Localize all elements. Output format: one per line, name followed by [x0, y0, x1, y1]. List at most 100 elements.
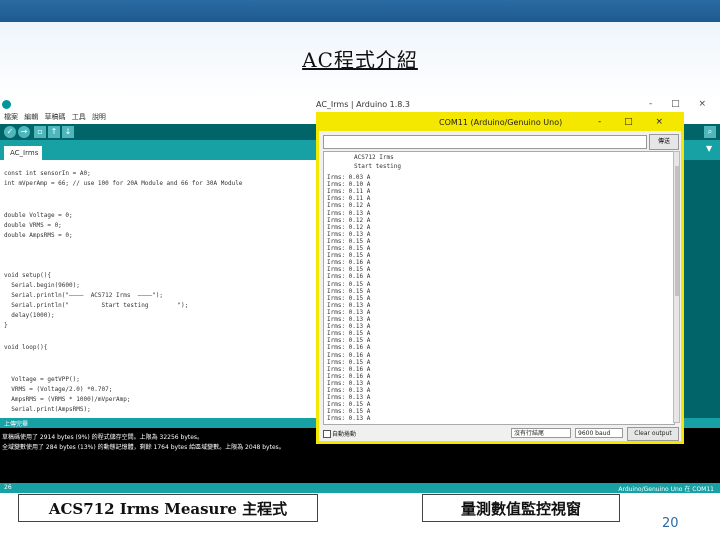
- slide-title: AC程式介紹: [302, 48, 418, 72]
- serial-reading-line: Irms: 0.13 A: [327, 394, 371, 402]
- serial-header-line: ACS712 Irms: [354, 154, 394, 161]
- tab-ac-irms[interactable]: AC_Irms: [4, 146, 42, 160]
- serial-reading-line: Irms: 0.10 A: [327, 181, 371, 189]
- console-status: 上傳完畢: [4, 421, 29, 428]
- serial-reading-line: Irms: 0.13 A: [327, 301, 371, 309]
- tab-menu-strip: ▼: [682, 140, 720, 160]
- ide-tabs-bar: AC_Irms: [0, 140, 316, 160]
- autoscroll-checkbox[interactable]: [323, 430, 331, 438]
- console-line: 全域變數使用了 284 bytes (13%) 的動態記憶體，剩餘 1764 b…: [2, 444, 285, 451]
- serial-reading-line: Irms: 0.16 A: [327, 259, 371, 267]
- serial-monitor-window: COM11 (Arduino/Genuino Uno) - □ × 傳送 ACS…: [316, 112, 684, 444]
- serial-reading-line: Irms: 0.16 A: [327, 273, 371, 281]
- caption-monitor-window: 量測數值監控視窗: [422, 494, 620, 522]
- menu-edit[interactable]: 編輯: [24, 113, 38, 121]
- serial-reading-line: Irms: 0.15 A: [327, 252, 371, 260]
- code-line: Serial.println(" Start testing ");: [4, 302, 189, 309]
- serial-reading-line: Irms: 0.16 A: [327, 351, 371, 359]
- code-line: int mVperAmp = 66; // use 100 for 20A Mo…: [4, 180, 243, 187]
- code-line: delay(1000);: [4, 312, 55, 319]
- code-line: VRMS = (Voltage/2.0) *0.707;: [4, 386, 113, 393]
- slide-top-bar: [0, 0, 720, 22]
- code-line: Serial.begin(9600);: [4, 282, 80, 289]
- line-number: 26: [4, 484, 12, 491]
- serial-reading-line: Irms: 0.15 A: [327, 280, 371, 288]
- line-ending-select[interactable]: 沒有行結尾: [511, 428, 571, 438]
- code-line: Voltage = getVPP();: [4, 376, 80, 383]
- serial-reading-line: Irms: 0.15 A: [327, 266, 371, 274]
- serial-reading-line: Irms: 0.13 A: [327, 387, 371, 394]
- serial-header-line: Start testing: [354, 163, 401, 170]
- serial-reading-line: Irms: 0.15 A: [327, 245, 371, 252]
- tab-dropdown-icon[interactable]: ▼: [706, 144, 712, 153]
- serial-input-field[interactable]: [323, 135, 647, 149]
- serial-reading-line: Irms: 0.15 A: [327, 294, 371, 302]
- code-line: Serial.print(AmpsRMS);: [4, 406, 91, 413]
- code-line: }: [4, 322, 8, 329]
- serial-reading-line: Irms: 0.13 A: [327, 230, 371, 238]
- verify-icon[interactable]: ✓: [4, 126, 16, 138]
- serial-reading-line: Irms: 0.13 A: [327, 209, 371, 217]
- upload-icon[interactable]: →: [18, 126, 30, 138]
- clear-output-button[interactable]: Clear output: [627, 427, 679, 441]
- serial-reading-line: Irms: 0.16 A: [327, 372, 371, 380]
- code-line: AmpsRMS = (VRMS * 1000)/mVperAmp;: [4, 396, 131, 403]
- serial-reading-line: Irms: 0.11 A: [327, 188, 371, 196]
- serial-reading-line: Irms: 0.15 A: [327, 237, 371, 245]
- menu-tools[interactable]: 工具: [72, 113, 86, 121]
- caption-main-program: ACS712 Irms Measure 主程式: [18, 494, 318, 522]
- scrollbar-thumb[interactable]: [675, 166, 679, 296]
- ide-title-bar: AC_Irms | Arduino 1.8.3 - □ ×: [0, 98, 720, 112]
- menu-sketch[interactable]: 草稿碼: [44, 113, 65, 121]
- serial-scrollbar[interactable]: [673, 151, 680, 423]
- serial-window-title: COM11 (Arduino/Genuino Uno): [439, 118, 563, 127]
- board-port-status: Arduino/Genuino Uno 在 COM11: [618, 486, 714, 493]
- save-icon[interactable]: ↓: [62, 126, 74, 138]
- code-line: double Voltage = 0;: [4, 212, 73, 219]
- code-line: double AmpsRMS = 0;: [4, 232, 73, 239]
- ide-menu-bar: 檔案 編輯 草稿碼 工具 說明: [0, 112, 316, 124]
- serial-reading-line: Irms: 0.12 A: [327, 202, 371, 210]
- menu-file[interactable]: 檔案: [4, 113, 18, 121]
- ide-window-title: AC_Irms | Arduino 1.8.3: [316, 100, 411, 109]
- menu-help[interactable]: 說明: [92, 113, 106, 121]
- open-icon[interactable]: ↑: [48, 126, 60, 138]
- serial-reading-line: Irms: 0.13 A: [327, 316, 371, 323]
- code-line: const int sensorIn = A0;: [4, 170, 91, 177]
- serial-reading-line: Irms: 0.15 A: [327, 337, 371, 345]
- serial-reading-line: Irms: 0.15 A: [327, 287, 371, 295]
- ide-status-bar: 26 Arduino/Genuino Uno 在 COM11: [0, 483, 720, 493]
- serial-reading-line: Irms: 0.13 A: [327, 308, 371, 316]
- code-line: double VRMS = 0;: [4, 222, 62, 229]
- code-line: void loop(){: [4, 344, 48, 351]
- serial-monitor-icon[interactable]: ⌕: [704, 126, 716, 138]
- code-line: Serial.println("———— ACS712 Irms ————");: [4, 292, 163, 299]
- code-line: void setup(){: [4, 272, 51, 279]
- serial-reading-line: Irms: 0.16 A: [327, 344, 371, 352]
- ide-toolbar: ✓ → ▫ ↑ ↓: [0, 124, 316, 140]
- serial-reading-line: Irms: 0.15 A: [327, 330, 371, 338]
- serial-reading-line: Irms: 0.15 A: [327, 408, 371, 416]
- send-button[interactable]: 傳送: [649, 134, 679, 150]
- arduino-icon: [2, 100, 11, 109]
- serial-reading-line: Irms: 0.13 A: [327, 379, 371, 387]
- serial-bottom-bar: 自動捲動 沒有行結尾 9600 baud Clear output: [319, 427, 681, 441]
- serial-reading-line: Irms: 0.15 A: [327, 401, 371, 409]
- serial-window-controls[interactable]: - □ ×: [598, 117, 673, 127]
- serial-reading-line: Irms: 0.12 A: [327, 216, 371, 224]
- serial-output: ACS712 Irms Start testing Irms: 0.03 A Ir…: [323, 151, 675, 425]
- serial-reading-line: Irms: 0.15 A: [327, 358, 371, 366]
- code-editor[interactable]: const int sensorIn = A0; int mVperAmp = …: [0, 160, 316, 418]
- baud-rate-select[interactable]: 9600 baud: [575, 428, 623, 438]
- autoscroll-label: 自動捲動: [332, 431, 357, 438]
- window-controls[interactable]: - □ ×: [649, 99, 714, 109]
- serial-reading-line: Irms: 0.03 A: [327, 174, 371, 181]
- new-icon[interactable]: ▫: [34, 126, 46, 138]
- page-number: 20: [662, 516, 679, 531]
- serial-reading-line: Irms: 0.13 A: [327, 415, 371, 423]
- serial-reading-line: Irms: 0.11 A: [327, 195, 371, 203]
- serial-reading-line: Irms: 0.16 A: [327, 365, 371, 373]
- serial-title-bar: COM11 (Arduino/Genuino Uno) - □ ×: [319, 115, 681, 131]
- serial-reading-line: Irms: 0.12 A: [327, 223, 371, 231]
- serial-reading-line: Irms: 0.13 A: [327, 323, 371, 331]
